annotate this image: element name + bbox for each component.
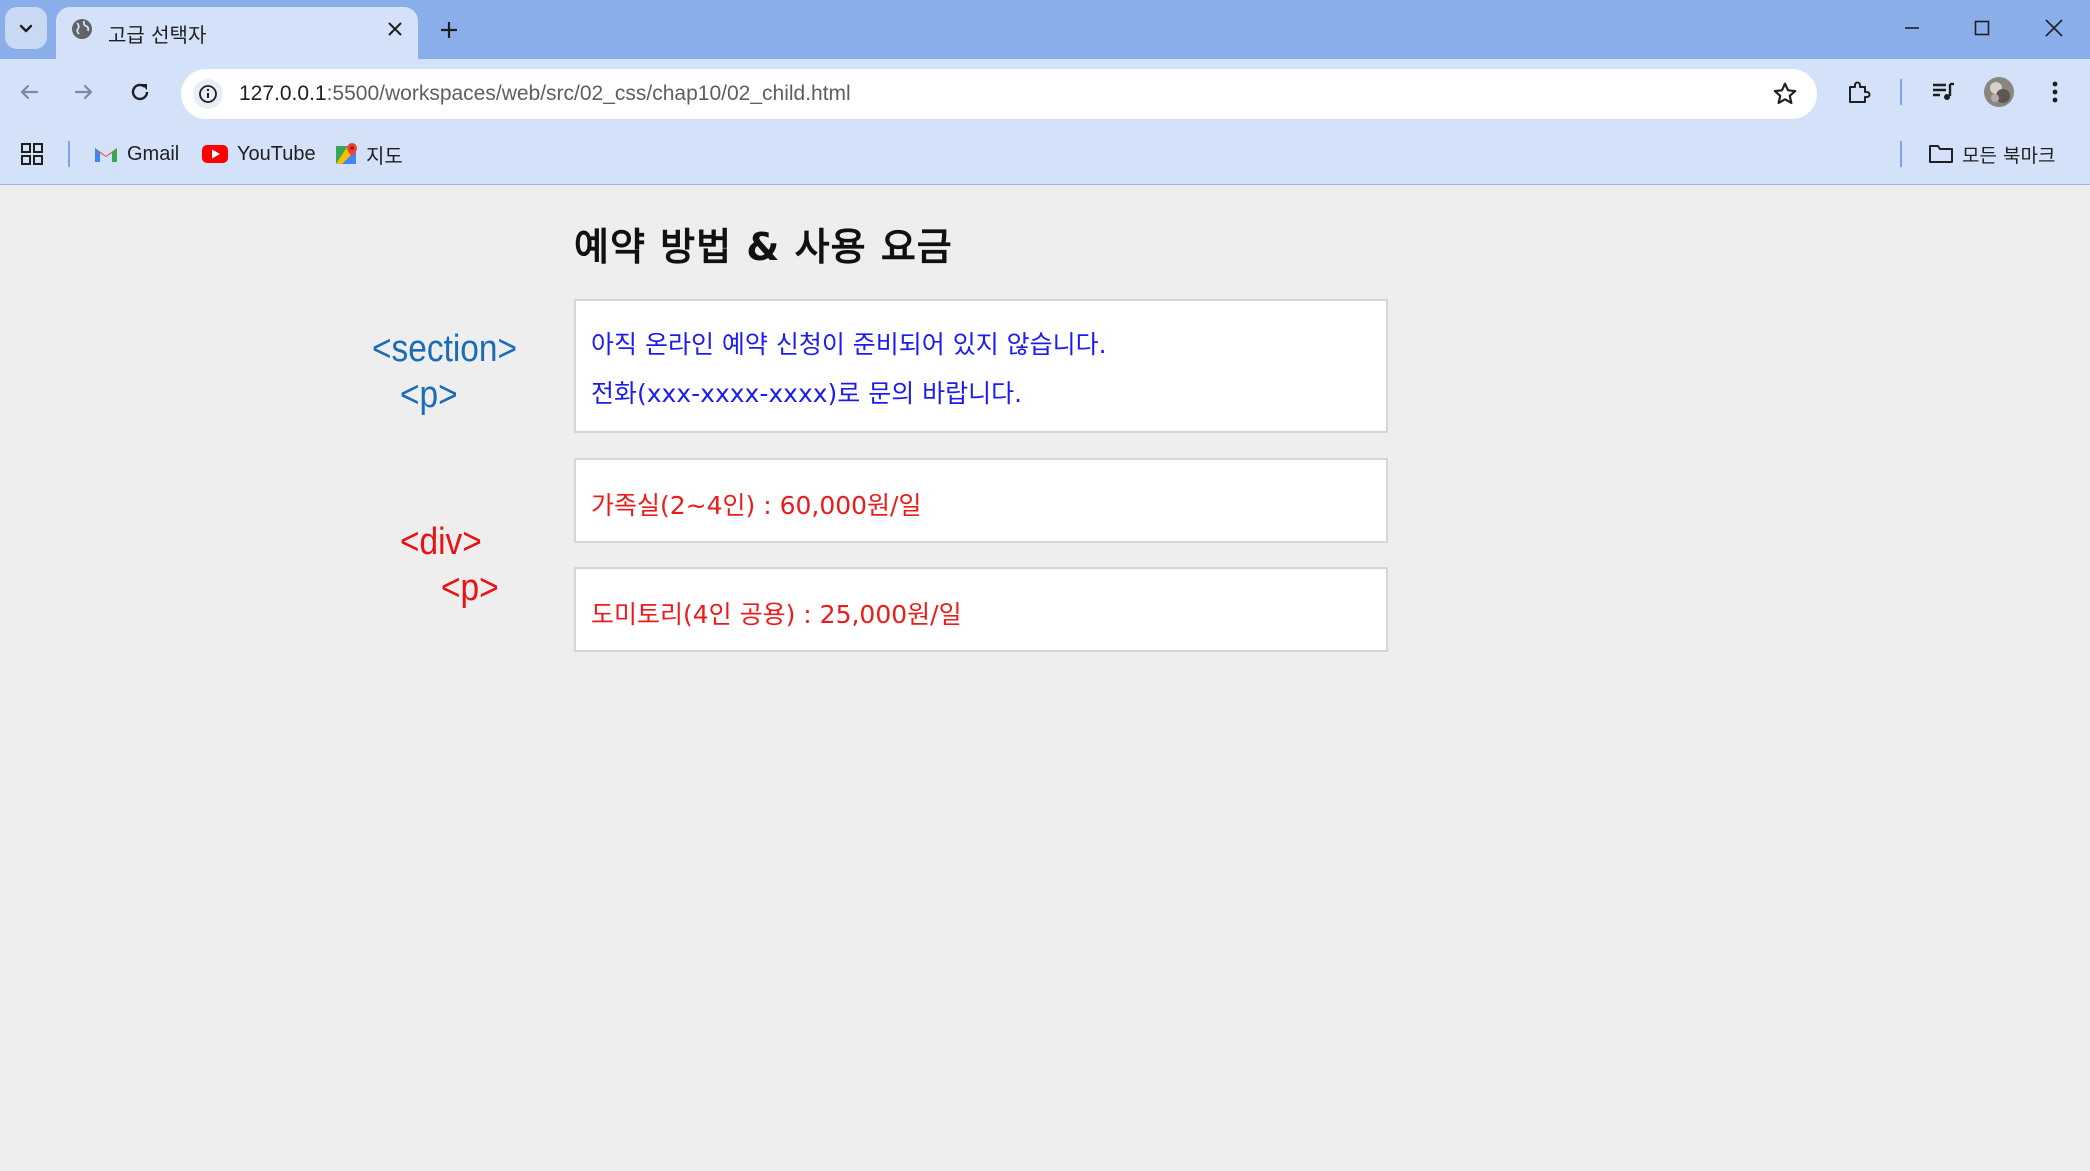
bookmark-maps[interactable]: 지도 — [334, 139, 403, 169]
queue-music-icon — [1933, 82, 1954, 100]
more-vert-icon — [2052, 81, 2058, 103]
chevron-down-icon — [19, 24, 33, 33]
profile-avatar[interactable] — [1980, 73, 2018, 111]
apps-button[interactable] — [20, 139, 44, 169]
puzzle-icon — [1849, 81, 1871, 103]
folder-icon — [1929, 145, 1953, 163]
site-info-button[interactable] — [193, 79, 223, 109]
bookmark-label: Gmail — [127, 142, 180, 165]
address-bar[interactable]: 127.0.0.1:5500/workspaces/web/src/02_css… — [181, 69, 1817, 119]
minimize-button[interactable] — [1888, 8, 1936, 48]
browser-toolbar: 127.0.0.1:5500/workspaces/web/src/02_css… — [0, 59, 2090, 125]
url-path: :5500/workspaces/web/src/02_css/chap10/0… — [326, 82, 851, 105]
bookmark-gmail[interactable]: Gmail — [93, 139, 179, 169]
maximize-icon — [1974, 20, 1990, 36]
close-icon — [388, 22, 402, 36]
all-bookmarks-button[interactable]: 모든 북마크 — [1928, 139, 2055, 169]
bookmarks-separator — [1900, 141, 1902, 167]
back-button[interactable] — [10, 73, 48, 111]
div-tag-annotation: <div> — [400, 521, 482, 563]
close-icon — [2045, 19, 2063, 37]
div-box: 도미토리(4인 공용) : 25,000원/일 — [574, 567, 1388, 652]
url-text[interactable]: 127.0.0.1:5500/workspaces/web/src/02_css… — [239, 82, 851, 106]
bookmarks-bar: Gmail YouTube 지도 모든 북마크 — [0, 125, 2090, 185]
info-icon — [199, 85, 217, 103]
tab-title: 고급 선택자 — [108, 23, 207, 47]
avatar-icon — [1984, 77, 2014, 107]
bookmark-star-button[interactable] — [1771, 80, 1799, 108]
section-paragraph: 아직 온라인 예약 신청이 준비되어 있지 않습니다. — [591, 330, 1107, 359]
p-tag-annotation: <p> — [400, 374, 458, 416]
youtube-icon — [202, 145, 228, 163]
div-paragraph: 도미토리(4인 공용) : 25,000원/일 — [591, 600, 962, 629]
section-box: 아직 온라인 예약 신청이 준비되어 있지 않습니다. 전화(xxx-xxxx-… — [574, 299, 1388, 433]
apps-grid-icon — [21, 143, 43, 165]
toolbar-separator — [1900, 79, 1902, 105]
media-controls-button[interactable] — [1924, 73, 1962, 111]
bookmark-label: 지도 — [366, 143, 403, 168]
tab-close-button[interactable] — [382, 16, 408, 42]
section-paragraph: 전화(xxx-xxxx-xxxx)로 문의 바랍니다. — [591, 379, 1023, 408]
minimize-icon — [1905, 27, 1919, 29]
maximize-button[interactable] — [1958, 8, 2006, 48]
bookmark-youtube[interactable]: YouTube — [201, 139, 316, 169]
arrow-right-icon — [74, 84, 93, 100]
maps-icon — [336, 143, 357, 164]
bookmark-label: YouTube — [237, 142, 316, 165]
active-tab[interactable]: 고급 선택자 — [56, 7, 418, 59]
plus-icon — [441, 22, 457, 38]
page-heading: 예약 방법 & 사용 요금 — [574, 225, 953, 269]
div-paragraph: 가족실(2~4인) : 60,000원/일 — [591, 491, 922, 520]
title-bar: 고급 선택자 — [0, 0, 2090, 59]
div-box: 가족실(2~4인) : 60,000원/일 — [574, 458, 1388, 543]
extensions-button[interactable] — [1840, 73, 1878, 111]
close-window-button[interactable] — [2030, 8, 2078, 48]
url-host: 127.0.0.1 — [239, 82, 327, 105]
all-bookmarks-label: 모든 북마크 — [1962, 144, 2056, 167]
star-icon — [1773, 82, 1797, 105]
reload-icon — [131, 83, 149, 101]
globe-icon — [72, 19, 92, 39]
p-tag-annotation: <p> — [441, 567, 499, 609]
arrow-left-icon — [20, 84, 39, 100]
bookmarks-separator — [68, 141, 70, 167]
gmail-icon — [95, 148, 117, 162]
new-tab-button[interactable] — [433, 14, 465, 46]
menu-button[interactable] — [2036, 73, 2074, 111]
section-tag-annotation: <section> — [372, 328, 518, 370]
reload-button[interactable] — [121, 73, 159, 111]
forward-button[interactable] — [65, 73, 103, 111]
tab-search-button[interactable] — [5, 7, 47, 49]
